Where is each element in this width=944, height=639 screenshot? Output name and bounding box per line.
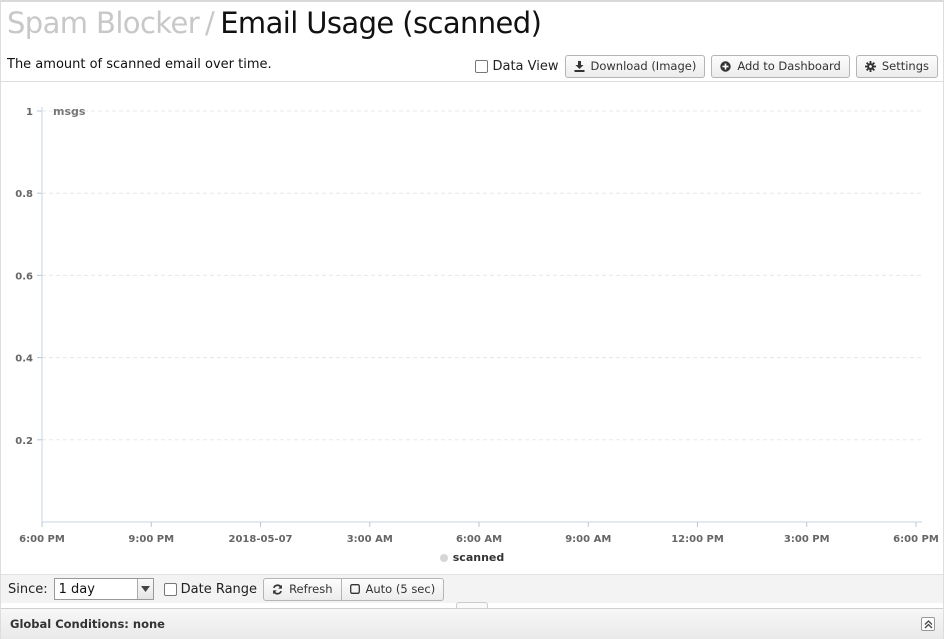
y-tick-label: 0.8 [15, 189, 33, 200]
x-tick-label: 6:00 PM [19, 534, 65, 545]
since-label: Since: [8, 581, 48, 597]
x-tick-label: 3:00 PM [784, 534, 830, 545]
time-controls-bar: Since: 1 day Date Range Refresh Auto (5 … [1, 574, 943, 603]
auto-refresh-button[interactable]: Auto (5 sec) [341, 577, 445, 601]
gear-icon [864, 60, 876, 72]
usage-chart: 0.2 0.4 0.6 0.8 1 msgs 6:00 PM 9:00 PM 2018-05-0… [15, 105, 939, 545]
breadcrumb-spam-blocker[interactable]: Spam Blocker [7, 6, 200, 40]
report-description: The amount of scanned email over time. [7, 57, 272, 72]
x-tick-label: 9:00 PM [128, 534, 174, 545]
download-image-label: Download (Image) [590, 59, 697, 73]
download-image-button[interactable]: Download (Image) [564, 54, 706, 78]
report-toolbar: Data View Download (Image) Add to Dashbo… [475, 54, 938, 78]
refresh-button[interactable]: Refresh [263, 577, 342, 601]
checkbox-icon [349, 584, 360, 594]
y-tick-label: 0.2 [15, 436, 33, 447]
x-tick-label: 6:00 PM [893, 534, 939, 545]
since-select[interactable]: 1 day [53, 578, 154, 600]
x-tick-label: 3:00 AM [347, 534, 393, 545]
settings-button[interactable]: Settings [855, 54, 938, 78]
double-chevron-up-icon[interactable] [921, 617, 935, 631]
breadcrumb-separator: / [205, 6, 215, 40]
global-conditions-bar[interactable]: Global Conditions: none [1, 608, 943, 639]
chart-legend: scanned [0, 551, 944, 564]
y-tick-label: 0.6 [15, 271, 33, 282]
refresh-icon [272, 583, 283, 595]
chevron-down-icon[interactable] [136, 579, 153, 599]
page-title: Spam Blocker / Email Usage (scanned) [7, 6, 542, 46]
x-tick-label: 9:00 AM [565, 534, 611, 545]
data-view-label: Data View [492, 58, 559, 74]
since-value: 1 day [58, 581, 95, 597]
chart-panel: 0.2 0.4 0.6 0.8 1 msgs 6:00 PM 9:00 PM 2018-05-0… [1, 81, 943, 574]
add-to-dashboard-button[interactable]: Add to Dashboard [711, 54, 850, 78]
y-tick-label: 0.4 [15, 354, 33, 365]
y-tick-label: 1 [26, 107, 33, 118]
legend-label-scanned[interactable]: scanned [453, 551, 505, 564]
global-conditions-label: Global Conditions: none [10, 617, 165, 631]
x-tick-label: 12:00 PM [671, 534, 724, 545]
add-to-dashboard-label: Add to Dashboard [737, 59, 841, 73]
refresh-label: Refresh [289, 582, 333, 596]
report-title: Email Usage (scanned) [220, 6, 542, 40]
x-tick-label: 6:00 AM [456, 534, 502, 545]
data-view-checkbox[interactable] [475, 59, 489, 73]
date-range-toggle[interactable]: Date Range [163, 581, 258, 597]
auto-refresh-label: Auto (5 sec) [365, 582, 436, 596]
plus-circle-icon [720, 60, 732, 72]
x-tick-label: 2018-05-07 [229, 534, 293, 545]
settings-label: Settings [881, 59, 929, 73]
date-range-label: Date Range [180, 581, 258, 597]
download-icon [574, 60, 585, 72]
refresh-button-group: Refresh Auto (5 sec) [263, 577, 445, 601]
date-range-checkbox[interactable] [163, 582, 177, 596]
legend-swatch-scanned[interactable] [439, 553, 448, 562]
y-axis-label: msgs [53, 105, 86, 118]
data-view-toggle[interactable]: Data View [475, 58, 559, 74]
